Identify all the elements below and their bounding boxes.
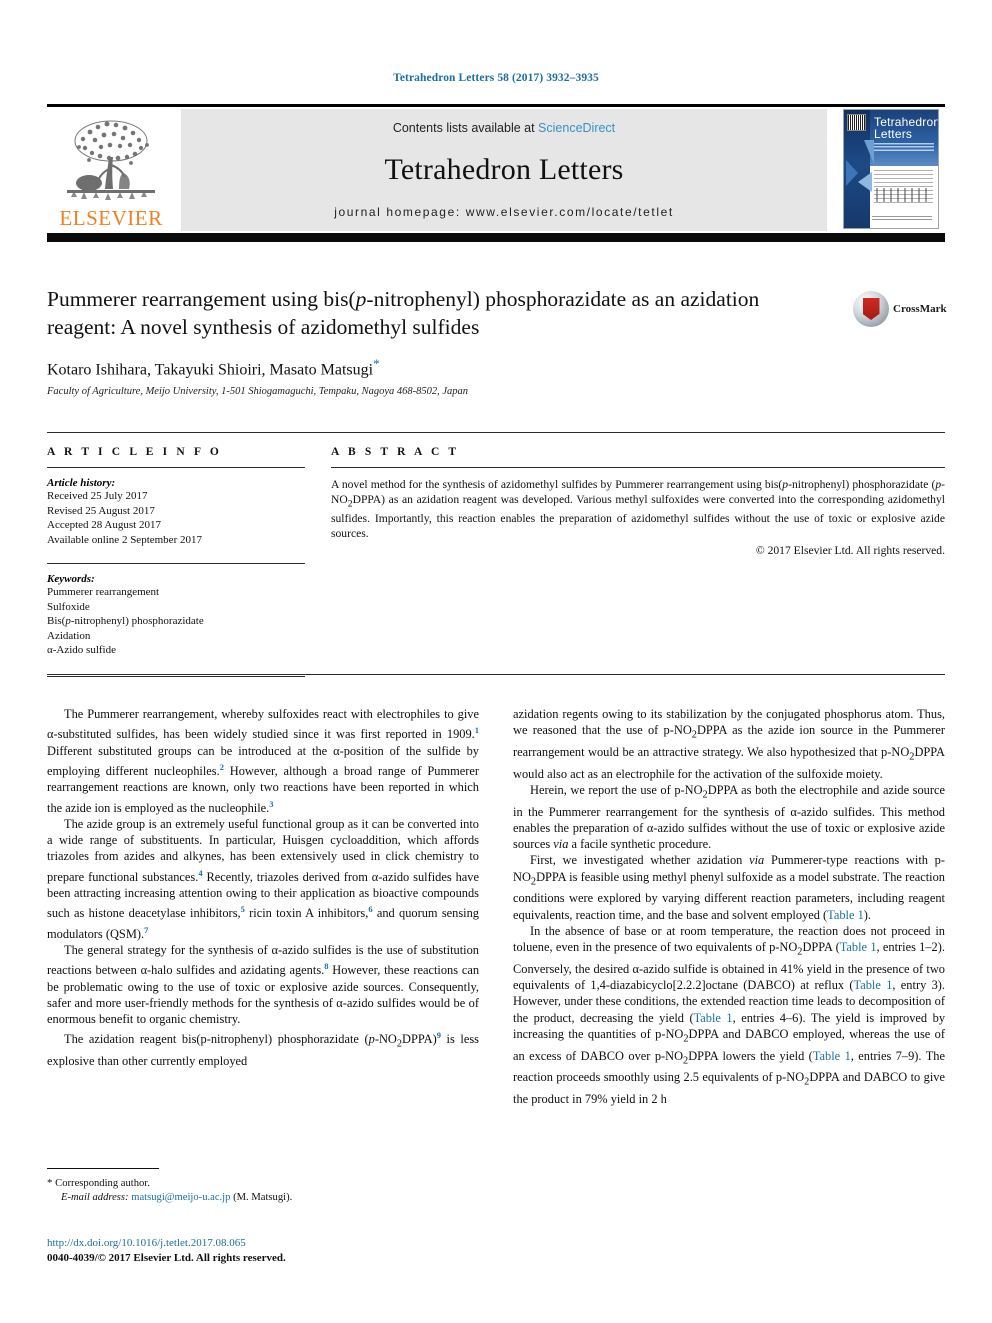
abstract-rule <box>331 467 945 468</box>
paragraph: The Pummerer rearrangement, whereby sulf… <box>47 707 479 815</box>
keywords-bottom-rule <box>47 675 305 677</box>
crossmark-badge-group[interactable]: CrossMark <box>853 287 947 331</box>
crossmark-label: CrossMark <box>893 303 947 315</box>
article-history-item: Available online 2 September 2017 <box>47 533 202 546</box>
abstract-copyright: © 2017 Elsevier Ltd. All rights reserved… <box>755 544 945 558</box>
email-label: E-mail address: <box>61 1192 129 1203</box>
title-segment-italic: p <box>355 287 367 311</box>
email-owner: (M. Matsugi). <box>233 1192 293 1203</box>
keywords-top-rule <box>47 563 305 564</box>
abstract-text: A novel method for the synthesis of azid… <box>331 478 945 541</box>
title-segment-b: -nitrophenyl) phosphorazidate as <box>366 287 650 311</box>
keyword-item: Sulfoxide <box>47 600 90 613</box>
keyword-item: Bis(p-nitrophenyl) phosphorazidate <box>47 615 204 627</box>
journal-masthead: ELSEVIER Contents lists available at Sci… <box>47 104 945 242</box>
article-info-rule <box>47 467 305 468</box>
info-section-top-rule <box>47 432 945 433</box>
keyword-item: α-Azido sulfide <box>47 644 116 656</box>
author-list: Kotaro Ishihara, Takayuki Shioiri, Masat… <box>47 356 945 379</box>
paragraph: First, we investigated whether azidation… <box>513 853 945 922</box>
masthead-row: ELSEVIER Contents lists available at Sci… <box>47 108 945 231</box>
footnote-block: * Corresponding author. E-mail address: … <box>47 1176 479 1205</box>
paragraph: Herein, we report the use of p-NO2DPPA a… <box>513 782 945 852</box>
paragraph: In the absence of base or at room temper… <box>513 923 946 1106</box>
table-1-link[interactable]: Table 1 <box>827 908 864 922</box>
abstract-heading: A B S T R A C T <box>331 446 460 458</box>
journal-cover-thumbnail[interactable]: Tetrahedron Letters <box>837 108 945 231</box>
page-title: Pummerer rearrangement using bis(p-nitro… <box>47 285 817 341</box>
affiliation: Faculty of Agriculture, Meijo University… <box>47 386 469 398</box>
cover-footer-lines <box>872 215 932 222</box>
table-1-link[interactable]: Table 1 <box>694 1011 733 1025</box>
email-note: E-mail address: matsugi@meijo-u.ac.jp (M… <box>47 1191 479 1205</box>
corresponding-author-text: Corresponding author. <box>55 1178 150 1189</box>
elsevier-logo: ELSEVIER <box>47 109 175 231</box>
article-info-heading: A R T I C L E I N F O <box>47 446 222 458</box>
journal-title: Tetrahedron Letters <box>384 152 624 186</box>
contents-lists-line: Contents lists available at ScienceDirec… <box>393 121 615 135</box>
cover-title-text: Tetrahedron Letters <box>874 116 938 141</box>
footnote-rule <box>47 1168 159 1169</box>
article-history-item: Revised 25 August 2017 <box>47 504 155 517</box>
table-1-link[interactable]: Table 1 <box>840 940 877 954</box>
journal-band: Contents lists available at ScienceDirec… <box>181 108 827 231</box>
table-1-link[interactable]: Table 1 <box>854 978 893 992</box>
crossmark-icon <box>853 291 889 327</box>
email-link[interactable]: matsugi@meijo-u.ac.jp <box>131 1192 230 1203</box>
doi-block: http://dx.doi.org/10.1016/j.tetlet.2017.… <box>47 1236 507 1265</box>
article-history-item: Received 25 July 2017 <box>47 490 148 502</box>
cover-image: Tetrahedron Letters <box>843 108 939 229</box>
author-names: Kotaro Ishihara, Takayuki Shioiri, Masat… <box>47 361 374 379</box>
journal-homepage-link[interactable]: journal homepage: www.elsevier.com/locat… <box>334 205 674 219</box>
title-segment-a: Pummerer rearrangement using bis( <box>47 287 356 311</box>
crossmark-shield-icon <box>862 298 880 320</box>
paragraph: The general strategy for the synthesis o… <box>47 943 480 1027</box>
table-1-link[interactable]: Table 1 <box>813 1049 851 1063</box>
abstract-section: A B S T R A C T A novel method for the s… <box>331 446 945 557</box>
masthead-bottom-rule <box>47 232 945 242</box>
masthead-top-rule <box>47 104 945 107</box>
corresponding-author-marker: * <box>373 356 380 371</box>
article-history-label: Article history: <box>47 477 116 489</box>
article-page: Tetrahedron Letters 58 (2017) 3932–3935 <box>0 0 992 1323</box>
cover-title-line2: Letters <box>874 126 913 141</box>
cover-triangle-3 <box>858 171 872 192</box>
cover-subtitle-lines <box>874 142 934 152</box>
contents-prefix: Contents lists available at <box>392 120 539 135</box>
doi-link[interactable]: http://dx.doi.org/10.1016/j.tetlet.2017.… <box>47 1236 507 1251</box>
article-info-section: A R T I C L E I N F O Article history: R… <box>47 446 305 677</box>
cover-barcode-icon <box>847 113 866 131</box>
paragraph: azidation regents owing to its stabiliza… <box>513 707 945 781</box>
cover-structure-graphic <box>876 187 930 202</box>
paragraph: The azide group is an extremely useful f… <box>47 816 479 941</box>
cover-triangle-2 <box>846 159 858 186</box>
running-head-citation: Tetrahedron Letters 58 (2017) 3932–3935 <box>393 72 599 84</box>
abstract-bottom-rule <box>47 674 945 675</box>
sciencedirect-link[interactable]: ScienceDirect <box>538 121 615 135</box>
issn-copyright-line: 0040-4039/© 2017 Elsevier Ltd. All right… <box>47 1251 286 1264</box>
elsevier-wordmark: ELSEVIER <box>59 205 163 230</box>
keyword-item: Pummerer rearrangement <box>47 586 160 598</box>
corresponding-author-note: * Corresponding author. <box>47 1176 479 1191</box>
elsevier-tree-icon <box>67 120 155 200</box>
keywords-label: Keywords: <box>47 573 95 585</box>
article-history-item: Accepted 28 August 2017 <box>47 519 161 531</box>
keyword-item: Azidation <box>47 629 91 642</box>
body-column-left: The Pummerer rearrangement, whereby sulf… <box>47 706 479 1069</box>
title-block: Pummerer rearrangement using bis(p-nitro… <box>47 285 947 398</box>
footnote-star: * <box>47 1177 53 1189</box>
paragraph: The azidation reagent bis(p-nitrophenyl)… <box>47 1030 480 1069</box>
body-column-right: azidation regents owing to its stabiliza… <box>513 706 945 1107</box>
